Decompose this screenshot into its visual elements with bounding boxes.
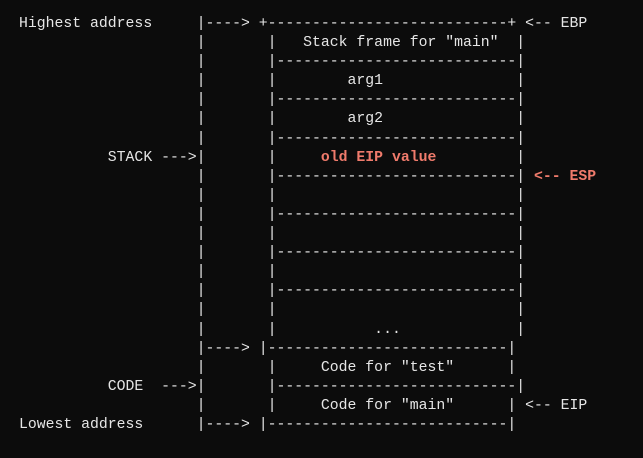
diagram-line: Lowest address |----> |-----------------… [19,416,596,435]
diagram-line: | |---------------------------| <-- ESP [19,168,597,187]
diagram-text: | |---------------------------| [19,283,526,300]
diagram-text: Highest address |----> +----------------… [19,16,588,32]
diagram-line: | | Code for "test" | [19,359,596,378]
diagram-text: | |---------------------------| [19,206,526,223]
diagram-text: | |---------------------------| [19,92,526,109]
diagram-line: | | | [19,187,596,206]
diagram-text: CODE --->| |---------------------------| [19,378,526,395]
diagram-text: | | | [19,302,526,319]
diagram-line: STACK --->| | old EIP value | [19,149,596,168]
diagram-text: | |---------------------------| [19,168,535,185]
diagram-line: | |---------------------------| [19,282,596,301]
diagram-text: | | Code for "test" | [19,359,517,376]
diagram-text: | | Code for "main" | <-- EIP [19,397,588,414]
stack-layout-diagram: Highest address |----> +----------------… [0,0,643,458]
diagram-line: | | arg1 | [19,72,596,91]
diagram-text: Lowest address |----> |-----------------… [19,416,517,433]
diagram-text: | | | [19,226,526,243]
highlighted-label: <-- ESP [534,168,597,185]
diagram-line: | | Stack frame for "main" | [19,34,596,53]
diagram-text: | | | [19,264,526,281]
diagram-line: | | ... | [19,321,596,340]
diagram-line: | |---------------------------| [19,53,596,72]
diagram-text: | | arg1 | [19,73,526,90]
diagram-line: | |---------------------------| [19,206,596,225]
diagram-text: | | Stack frame for "main" | [19,35,526,52]
diagram-text: | |---------------------------| [19,54,526,71]
diagram-line: | |---------------------------| [19,130,596,149]
diagram-line: | |---------------------------| [19,244,596,263]
diagram-text: | | ... | [19,321,526,338]
diagram-text: | | arg2 | [19,111,526,128]
diagram-line: CODE --->| |---------------------------| [19,378,596,397]
diagram-line: | | | [19,263,596,282]
diagram-line: | |---------------------------| [19,91,596,110]
diagram-text: |----> |---------------------------| [19,340,517,357]
diagram-text: | [436,149,526,166]
diagram-line: Highest address |----> +----------------… [19,15,596,34]
diagram-text: | |---------------------------| [19,130,526,147]
diagram-line: | | | [19,301,596,320]
highlighted-label: old EIP value [320,149,437,166]
diagram-text: | | | [19,187,526,204]
ascii-stack-diagram: Highest address |----> +----------------… [19,15,596,435]
diagram-line: | | arg2 | [19,110,596,129]
diagram-text: STACK --->| | [19,149,321,166]
diagram-line: |----> |---------------------------| [19,340,596,359]
diagram-line: | | | [19,225,596,244]
diagram-line: | | Code for "main" | <-- EIP [19,397,596,416]
diagram-text: | |---------------------------| [19,245,526,262]
